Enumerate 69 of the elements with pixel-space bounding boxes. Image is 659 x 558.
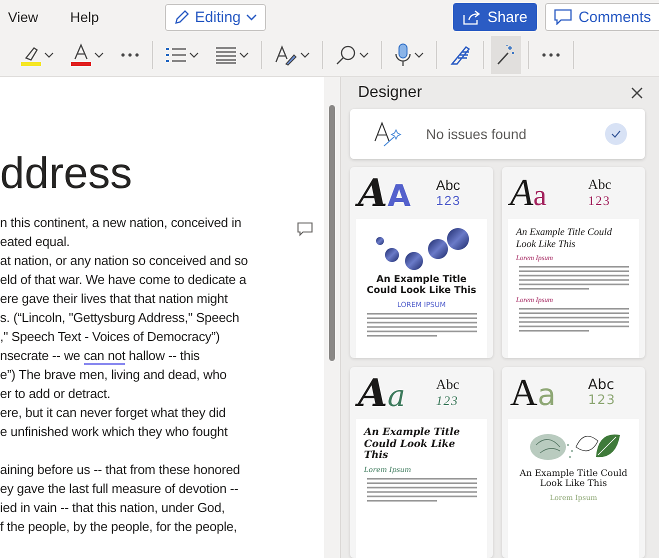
more-icon [541,52,561,58]
design-glyph: A [510,174,534,212]
share-icon [463,9,482,25]
document-text-line: aining before us -- that from these honored [0,461,240,479]
bullet-list-icon [165,46,187,64]
preview-title: An Example Title Could Look Like This [364,427,461,462]
more-icon [120,52,140,58]
document-heading: ddress [0,148,134,200]
document-text-line: nsecrate -- we can not hallow -- this [0,347,200,365]
pane-title: Designer [358,84,422,102]
document-text-line: ere, but it can never forget what they did [0,404,226,422]
caret-icon [44,52,54,58]
align-icon [215,46,237,64]
design-glyph: A [510,374,538,412]
caret-icon [239,52,249,58]
close-button[interactable] [629,84,645,101]
design-glyph: a [387,382,406,412]
scrollbar-thumb[interactable] [329,105,335,361]
document-text-line: n this continent, a new nation, conceived in [0,214,242,232]
document-text-line: at nation, or any nation so conceived and so [0,252,248,270]
share-button[interactable]: Share [453,3,538,31]
styles-icon [274,44,298,66]
document-text-line: e unfinished work which they who fought [0,423,228,441]
magic-wand-icon [496,44,516,66]
menu-item[interactable]: Help [70,9,99,25]
caret-icon [414,52,424,58]
document-text-line: s. (“Lincoln, "Gettysburg Address," Speech [0,309,240,327]
caret-icon [359,52,369,58]
design-glyph: a [537,381,556,411]
caret-icon [300,52,310,58]
caret-icon [94,52,104,58]
caret-icon [189,52,199,58]
sample-text: Abc [436,378,460,394]
font-color-icon [70,43,92,67]
editing-mode-button[interactable]: Editing [164,4,266,30]
sample-digits: 123 [588,394,616,408]
design-glyph: a [533,181,547,211]
document-text-line: f the people, by the people, for the people, [0,518,237,536]
menu-item[interactable]: View [8,9,38,25]
design-glyph: A [387,182,411,212]
document-text-line: er to add or detract. [0,385,110,403]
document-text-line: ere gave their lives that that nation might [0,290,228,308]
document-text-line: eld of that war. We have come to dedicate a [0,271,246,289]
document-text-line: e”) The brave men, living and dead, who [0,366,227,384]
preview-title: An Example Title Could Look Like This [518,469,628,490]
close-icon [631,86,643,99]
sample-digits: 123 [588,194,612,208]
editor-pen-icon [449,44,471,66]
designer-tool-button[interactable] [491,36,521,74]
preview-title: An Example Title Could Look Like This [516,227,613,250]
text-sparkle-icon [374,120,404,147]
comments-button[interactable]: Comments [545,3,659,31]
sample-digits: 123 [436,194,461,208]
comment-icon[interactable] [297,222,313,237]
document-text-line: ," Speech Text - Voices of Democracy”) [0,328,220,346]
sample-digits: 123 [436,394,460,408]
sample-text: Abc [588,178,612,194]
sample-text: Abc [436,178,461,194]
preview-title: An Example Title Could Look Like This [366,275,478,297]
document-text-line: ey gave the last full measure of devotion -- [0,480,238,498]
document-text-line: eated equal. [0,233,70,251]
search-icon [335,44,357,66]
sample-text: Abc [588,378,616,394]
status-text: No issues found [426,126,528,142]
pencil-icon [174,9,190,25]
comment-icon [554,9,572,25]
caret-icon [246,14,257,20]
microphone-icon [394,43,412,67]
document-text-line: ied in vain -- that this nation, under God, [0,499,225,517]
